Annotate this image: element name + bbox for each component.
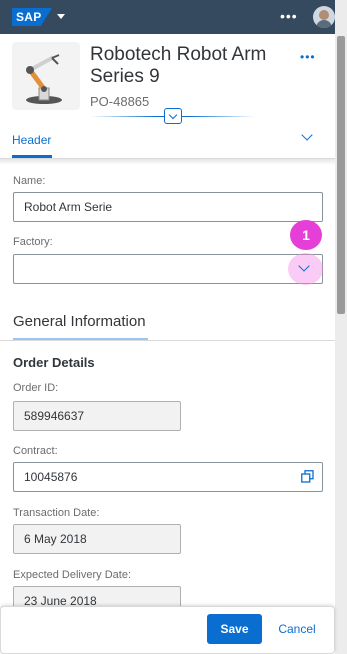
robot-arm-icon bbox=[26, 54, 62, 104]
order-id-field: 589946637 bbox=[13, 401, 181, 431]
group-title: Order Details bbox=[13, 355, 95, 370]
logo-text: SAP bbox=[16, 10, 42, 24]
cancel-button[interactable]: Cancel bbox=[268, 614, 326, 644]
order-id-label: Order ID: bbox=[13, 382, 59, 394]
purchase-order-number: PO-48865 bbox=[90, 94, 150, 109]
step-badge: 1 bbox=[290, 220, 322, 250]
copy-icon[interactable] bbox=[301, 470, 314, 483]
shell-bar: SAP ••• bbox=[0, 0, 335, 34]
product-image bbox=[12, 42, 80, 110]
transaction-date-field: 6 May 2018 bbox=[13, 524, 181, 554]
name-label: Name: bbox=[13, 175, 46, 187]
collapse-header-button[interactable] bbox=[164, 108, 182, 124]
header-more-icon[interactable]: ••• bbox=[300, 50, 316, 64]
save-button[interactable]: Save bbox=[207, 614, 262, 644]
user-avatar[interactable] bbox=[313, 6, 335, 28]
factory-select[interactable] bbox=[13, 254, 323, 284]
transaction-date-label: Transaction Date: bbox=[13, 507, 100, 519]
factory-label: Factory: bbox=[13, 236, 53, 248]
name-input[interactable]: Robot Arm Serie bbox=[13, 192, 323, 222]
contract-field[interactable]: 10045876 bbox=[13, 462, 323, 492]
more-icon[interactable]: ••• bbox=[280, 8, 298, 24]
tab-header[interactable]: Header bbox=[12, 133, 51, 147]
scrollbar-thumb[interactable] bbox=[337, 36, 345, 314]
page-title: Robotech Robot Arm Series 9 bbox=[90, 44, 267, 87]
avatar-torso bbox=[316, 20, 332, 28]
contract-label: Contract: bbox=[13, 445, 58, 457]
menu-caret-icon[interactable] bbox=[57, 14, 65, 19]
delivery-date-label: Expected Delivery Date: bbox=[13, 569, 131, 581]
avatar-head bbox=[319, 10, 329, 20]
section-title[interactable]: General Information bbox=[13, 313, 146, 330]
sap-logo[interactable]: SAP bbox=[12, 8, 52, 26]
header-shadow bbox=[0, 159, 335, 165]
section-divider bbox=[0, 340, 335, 341]
